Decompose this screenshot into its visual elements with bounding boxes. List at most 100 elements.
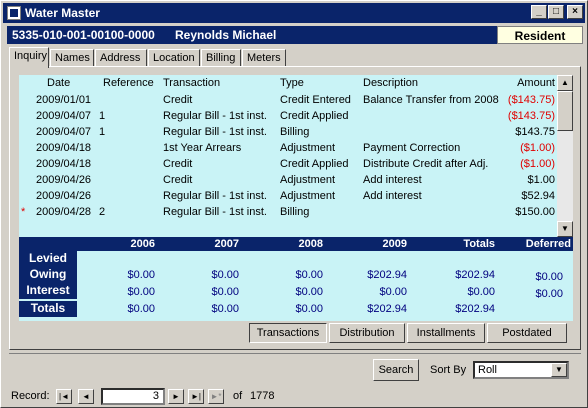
account-number: 5335-010-001-00100-0000 — [12, 28, 155, 42]
summary-table: Levied Owing $0.00 $0.00 $0.00 $202.94 $… — [19, 251, 573, 321]
table-row[interactable]: 2009/04/18 1st Year Arrears Adjustment P… — [19, 140, 557, 156]
table-row[interactable]: 2009/01/01 Credit Credit Entered Balance… — [19, 92, 557, 108]
prev-record-icon[interactable]: ◄ — [78, 389, 94, 404]
row-type: Credit Applied — [280, 158, 349, 170]
tab-names[interactable]: Names — [50, 49, 94, 67]
chevron-down-icon[interactable]: ▼ — [551, 363, 567, 377]
owing-2006: $0.00 — [127, 269, 155, 281]
table-row[interactable]: 2009/04/07 1 Regular Bill - 1st inst. Bi… — [19, 124, 557, 140]
row-date: 2009/04/26 — [36, 190, 92, 202]
water-master-window: Water Master _ □ × 5335-010-001-00100-00… — [0, 0, 588, 408]
tab-billing[interactable]: Billing — [201, 49, 241, 67]
table-row[interactable]: 2009/04/26 Credit Adjustment Add interes… — [19, 172, 557, 188]
col-transaction: Transaction — [163, 77, 221, 89]
close-icon[interactable]: × — [567, 5, 583, 19]
totals-2006: $0.00 — [127, 303, 155, 315]
owing-totals: $202.94 — [455, 269, 495, 281]
sort-by-label: Sort By — [430, 364, 467, 376]
col-reference: Reference — [103, 77, 154, 89]
summary-label-interest: Interest — [19, 283, 77, 299]
row-transaction: Regular Bill - 1st inst. — [163, 206, 267, 218]
row-transaction: Credit — [163, 174, 193, 186]
col-description: Description — [363, 77, 419, 89]
interest-totals: $0.00 — [467, 286, 495, 298]
scroll-thumb[interactable] — [557, 91, 573, 131]
summary-header: 2006 2007 2008 2009 Totals Deferred — [19, 237, 573, 251]
sort-by-select[interactable]: Roll ▼ — [473, 361, 569, 379]
row-type: Adjustment — [280, 190, 336, 202]
totals-2009: $202.94 — [367, 303, 407, 315]
owner-name: Reynolds Michael — [175, 28, 277, 42]
col-type: Type — [280, 77, 304, 89]
row-amount: ($1.00) — [520, 158, 555, 170]
scroll-down-icon[interactable]: ▼ — [557, 221, 573, 237]
owing-2009: $202.94 — [367, 269, 407, 281]
postdated-button[interactable]: Postdated — [487, 323, 567, 343]
last-record-icon[interactable]: ►| — [188, 389, 204, 404]
owing-2008: $0.00 — [295, 269, 323, 281]
row-transaction: 1st Year Arrears — [163, 142, 242, 154]
sort-by-value: Roll — [478, 364, 497, 376]
first-record-icon[interactable]: |◄ — [56, 389, 72, 404]
title-bar[interactable]: Water Master _ □ × — [3, 3, 585, 23]
row-transaction: Credit — [163, 94, 193, 106]
row-transaction: Regular Bill - 1st inst. — [163, 110, 267, 122]
row-amount: ($143.75) — [507, 110, 555, 122]
row-amount: $1.00 — [527, 174, 555, 186]
table-row[interactable]: * 2009/04/28 2 Regular Bill - 1st inst. … — [19, 204, 557, 220]
row-date: 2009/04/18 — [36, 158, 92, 170]
summary-label-owing: Owing — [19, 267, 77, 283]
summary-col-2006: 2006 — [130, 238, 155, 250]
tab-location[interactable]: Location — [148, 49, 200, 67]
summary-col-2007: 2007 — [214, 238, 239, 250]
maximize-icon[interactable]: □ — [548, 5, 564, 19]
record-label: Record: — [11, 390, 50, 402]
window-title: Water Master — [25, 6, 100, 20]
totals-2007: $0.00 — [211, 303, 239, 315]
table-row[interactable]: 2009/04/18 Credit Credit Applied Distrib… — [19, 156, 557, 172]
summary-col-totals: Totals — [463, 238, 495, 250]
interest-2007: $0.00 — [211, 286, 239, 298]
row-date: 2009/01/01 — [36, 94, 92, 106]
col-date: Date — [47, 77, 71, 89]
record-of-label: of — [233, 390, 243, 402]
new-row-marker: * — [21, 206, 26, 218]
summary-col-deferred: Deferred — [525, 238, 571, 250]
row-reference: 2 — [99, 206, 106, 218]
distribution-button[interactable]: Distribution — [329, 323, 405, 343]
row-type: Adjustment — [280, 142, 336, 154]
totals-2008: $0.00 — [295, 303, 323, 315]
interest-2006: $0.00 — [127, 286, 155, 298]
table-row[interactable]: 2009/04/26 Regular Bill - 1st inst. Adju… — [19, 188, 557, 204]
table-row[interactable]: 2009/04/07 1 Regular Bill - 1st inst. Cr… — [19, 108, 557, 124]
new-record-icon[interactable]: ►* — [208, 389, 224, 404]
interest-2008: $0.00 — [295, 286, 323, 298]
transactions-button[interactable]: Transactions — [249, 323, 327, 343]
interest-2009: $0.00 — [379, 286, 407, 298]
scroll-up-icon[interactable]: ▲ — [557, 75, 573, 91]
row-date: 2009/04/07 — [36, 126, 92, 138]
grid-scrollbar[interactable]: ▲ ▼ — [557, 75, 573, 237]
row-description: Add interest — [363, 174, 422, 186]
installments-button[interactable]: Installments — [407, 323, 485, 343]
tab-meters[interactable]: Meters — [242, 49, 286, 67]
search-button[interactable]: Search — [373, 359, 419, 381]
tab-inquiry[interactable]: Inquiry — [9, 47, 49, 68]
transactions-grid[interactable]: Date Reference Transaction Type Descript… — [19, 75, 557, 237]
owing-deferred: $0.00 — [535, 271, 563, 283]
row-description: Distribute Credit after Adj. — [363, 158, 489, 170]
summary-label-levied: Levied — [19, 251, 77, 267]
row-amount: ($1.00) — [520, 142, 555, 154]
row-type: Credit Applied — [280, 110, 349, 122]
minimize-icon[interactable]: _ — [531, 5, 547, 19]
row-amount: ($143.75) — [507, 94, 555, 106]
row-date: 2009/04/28 — [36, 206, 92, 218]
tab-address[interactable]: Address — [95, 49, 147, 67]
row-reference: 1 — [99, 110, 106, 122]
row-reference: 1 — [99, 126, 106, 138]
next-record-icon[interactable]: ► — [168, 389, 184, 404]
owing-2007: $0.00 — [211, 269, 239, 281]
row-amount: $52.94 — [521, 190, 555, 202]
row-type: Billing — [280, 126, 310, 138]
record-number-input[interactable]: 3 — [101, 388, 165, 405]
